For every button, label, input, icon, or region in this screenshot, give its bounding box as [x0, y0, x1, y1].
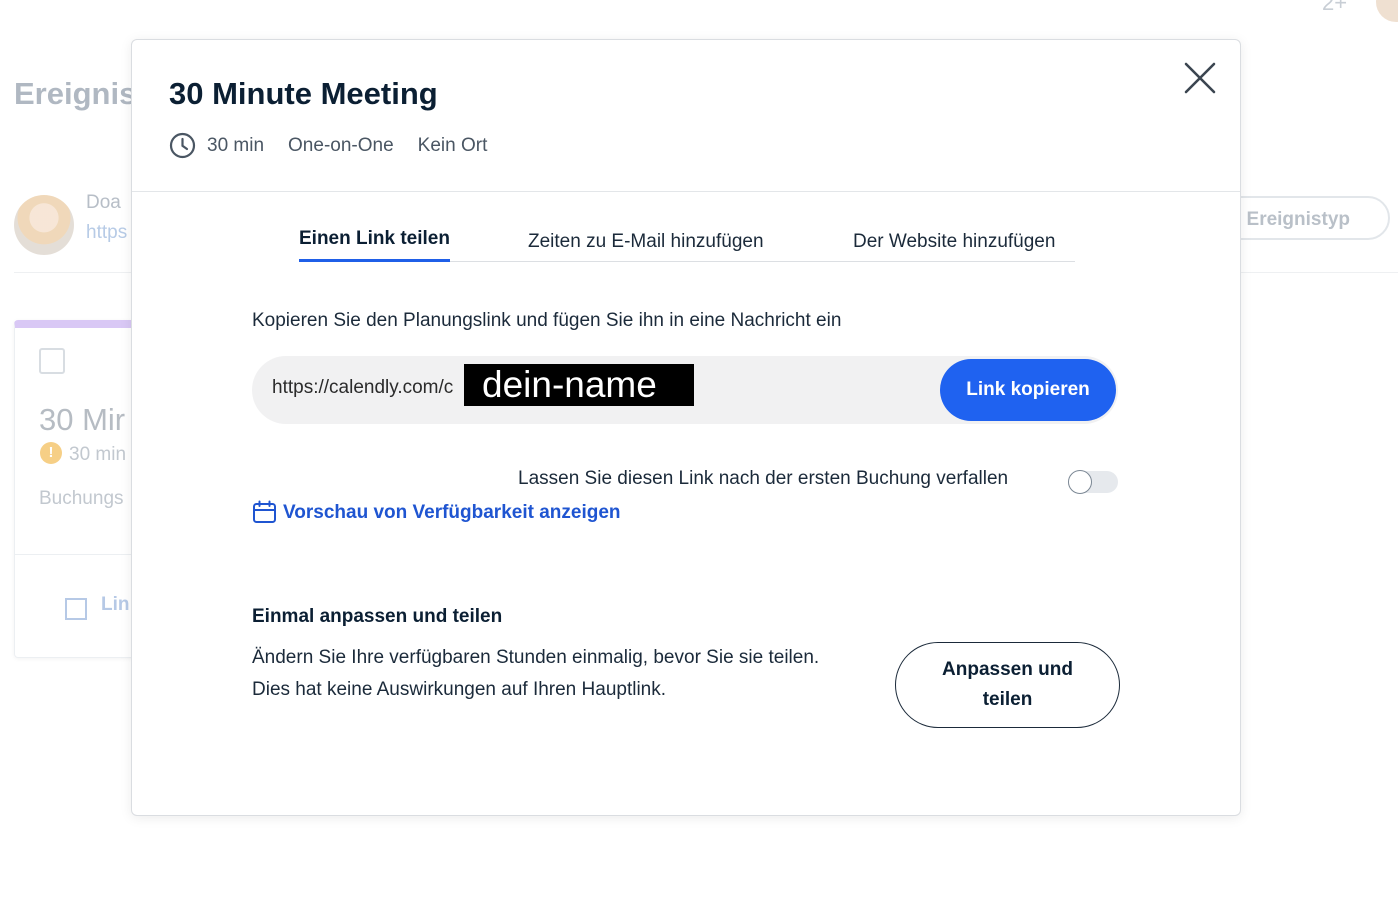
expire-toggle-label: Lassen Sie diesen Link nach der ersten B…	[518, 468, 1009, 489]
customize-heading: Einmal anpassen und teilen	[252, 606, 503, 627]
event-kind: One-on-One	[288, 134, 394, 156]
tab-add-to-website[interactable]: Der Website hinzufügen	[853, 231, 1055, 264]
event-duration: 30 min	[207, 134, 265, 156]
share-modal: 30 Minute Meeting 30 min One-on-One Kein…	[131, 39, 1241, 816]
modal-title: 30 Minute Meeting	[169, 76, 438, 111]
calendar-icon	[252, 500, 277, 525]
preview-availability-label: Vorschau von Verfügbarkeit anzeigen	[283, 501, 621, 523]
preview-availability-link[interactable]: Vorschau von Verfügbarkeit anzeigen	[252, 500, 621, 525]
card-title: 30 Mir	[39, 402, 126, 437]
share-tabs: Einen Link teilen Zeiten zu E-Mail hinzu…	[299, 228, 1075, 262]
event-meta: 30 min One-on-One Kein Ort	[169, 132, 487, 159]
event-location: Kein Ort	[417, 134, 488, 156]
tab-add-to-email[interactable]: Zeiten zu E-Mail hinzufügen	[528, 231, 764, 264]
card-checkbox[interactable]	[39, 348, 65, 374]
close-icon	[1183, 61, 1217, 100]
warning-icon: !	[40, 442, 62, 464]
redacted-username: dein-name	[464, 364, 694, 406]
add-user-icon[interactable]: 2+	[1322, 0, 1347, 16]
customize-and-share-button[interactable]: Anpassen und teilen	[895, 642, 1120, 728]
toggle-knob	[1068, 470, 1092, 494]
modal-header: 30 Minute Meeting 30 min One-on-One Kein…	[132, 40, 1240, 192]
card-booking-label: Buchungs	[39, 488, 124, 509]
close-button[interactable]	[1182, 62, 1218, 98]
copy-instruction: Kopieren Sie den Planungslink und fügen …	[252, 310, 842, 331]
scheduling-link-field[interactable]: https://calendly.com/c dein-name Link ko…	[252, 356, 1118, 424]
copy-icon	[65, 598, 87, 620]
expire-toggle[interactable]	[1068, 470, 1118, 494]
tab-share-link[interactable]: Einen Link teilen	[299, 228, 450, 262]
clock-icon	[169, 132, 196, 159]
avatar[interactable]	[14, 195, 74, 255]
account-avatar[interactable]	[1376, 0, 1398, 22]
card-copy-link[interactable]: Lin	[101, 594, 130, 616]
card-duration: 30 min	[69, 444, 127, 465]
customize-description: Ändern Sie Ihre verfügbaren Stunden einm…	[252, 647, 820, 700]
scheduling-link-url[interactable]: https://calendly.com/c	[272, 377, 453, 399]
copy-link-button[interactable]: Link kopieren	[940, 359, 1116, 421]
page-title: Ereignis	[14, 76, 137, 111]
user-url-link[interactable]: https	[86, 222, 127, 244]
user-name: Doa	[86, 192, 121, 213]
